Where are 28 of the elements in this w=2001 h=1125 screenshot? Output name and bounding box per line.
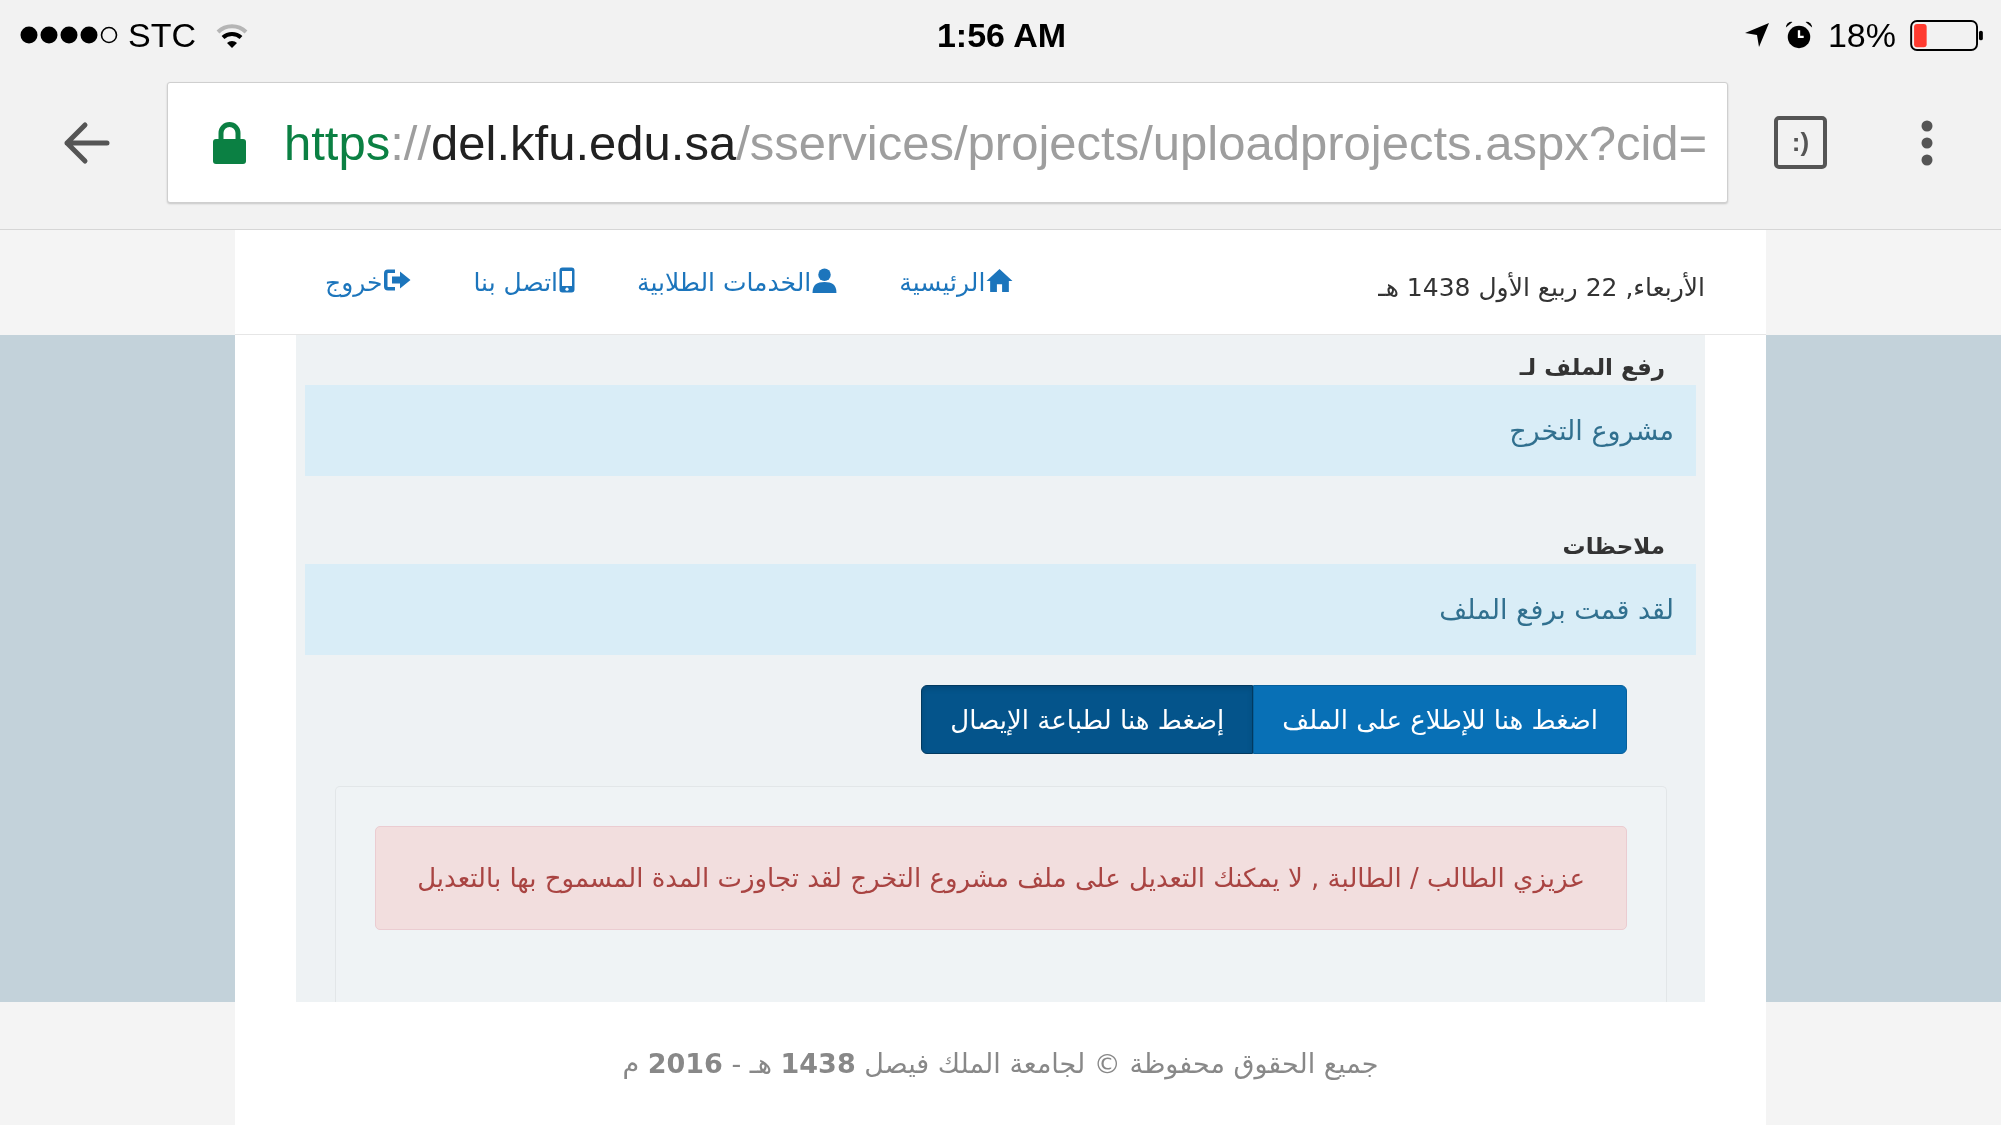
carrier-name: STC [128,15,196,55]
wifi-icon [215,22,249,48]
alert-message: عزيزي الطالب / الطالبة , لا يمكنك التعديل على ملف مشروع التخرج لقد تجاوزت المدة المسموح بها بالتعديل [417,863,1585,893]
lock-icon [213,121,246,164]
clock-time: 1:56 AM [936,15,1067,54]
action-button[interactable]: اضغط هنا للإطلاع على الملف [1253,685,1627,754]
sign-out-icon [383,268,412,292]
home-icon [986,267,1014,293]
nav-link[interactable]: خروج [325,267,412,297]
nav-link[interactable]: الرئيسية [899,267,1014,297]
alarm-clock-icon [1783,20,1814,50]
location-arrow-icon [1743,22,1770,48]
field-label: رفع الملف لـ [1519,354,1665,380]
nav-link[interactable]: الخدمات الطلابية [637,267,838,297]
date-text: الأربعاء, 22 ربيع الأول 1438 هـ [1378,272,1705,302]
user-icon [812,267,838,293]
mobile-phone-icon [559,267,576,293]
field-label: ملاحظات [1562,533,1665,559]
tab-switcher-button[interactable]: :) [1774,116,1827,169]
field-value: لقد قمت برفع الملف [1439,594,1674,625]
field-value: مشروع التخرج [1509,415,1674,446]
address-bar[interactable]: https://del.kfu.edu.sa/sservices/projects/uploadprojects.aspx?cid= [167,82,1728,203]
action-button[interactable]: إضغط هنا لطباعة الإيصال [921,685,1254,754]
nav-link[interactable]: اتصل بنا [473,267,576,297]
url-text: https://del.kfu.edu.sa/sservices/projects/uploadprojects.aspx?cid= [284,114,1708,171]
more-vertical-icon [1921,119,1933,166]
battery-icon [1910,19,1984,51]
battery-percentage: 18% [1827,15,1896,55]
